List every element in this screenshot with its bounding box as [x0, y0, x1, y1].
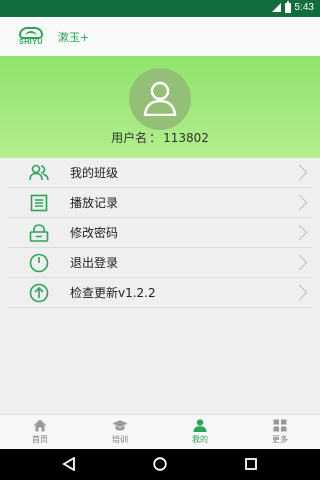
app-title: 漱玉+: [58, 30, 90, 44]
battery-icon: [284, 0, 291, 13]
status-bar: 5:43: [0, 0, 320, 17]
menu-item-logout[interactable]: 退出登录: [8, 248, 312, 278]
logo-mark-icon: [19, 27, 43, 39]
tab-home[interactable]: 首页: [0, 415, 80, 449]
users-icon: [24, 164, 54, 182]
app-header: SHIYU 漱玉+: [0, 17, 320, 56]
power-icon: [24, 253, 54, 273]
graduation-cap-icon: [112, 420, 128, 431]
lock-icon: [24, 223, 54, 242]
chevron-right-icon: [294, 225, 310, 241]
settings-menu: 我的班级 播放记录 修改密码 退出登录 检查更新v1.2.2: [8, 158, 312, 308]
tab-label: 培训: [112, 435, 128, 444]
system-nav-bar: [0, 449, 320, 480]
menu-item-label: 修改密码: [70, 226, 119, 240]
chevron-right-icon: [294, 255, 310, 271]
chevron-right-icon: [294, 285, 310, 301]
tab-training[interactable]: 培训: [80, 415, 160, 449]
tab-label: 更多: [272, 435, 288, 444]
person-icon: [143, 81, 177, 116]
app-logo: SHIYU: [12, 27, 50, 46]
menu-item-check-update[interactable]: 检查更新v1.2.2: [8, 278, 312, 308]
menu-item-label: 检查更新v1.2.2: [70, 286, 156, 300]
upload-icon: [24, 283, 54, 303]
username: 用户名： 113802: [0, 129, 320, 146]
recent-apps-icon[interactable]: [244, 457, 258, 471]
username-separator: ：: [149, 131, 162, 145]
tab-label: 我的: [192, 435, 208, 444]
tab-mine[interactable]: 我的: [160, 415, 240, 449]
username-value: 113802: [163, 131, 209, 145]
username-label: 用户名: [111, 131, 148, 145]
grid-icon: [273, 419, 287, 432]
menu-item-my-class[interactable]: 我的班级: [8, 158, 312, 188]
menu-item-label: 退出登录: [70, 256, 119, 270]
back-icon[interactable]: [62, 457, 76, 471]
logo-text: SHIYU: [19, 39, 43, 46]
menu-item-label: 我的班级: [70, 166, 119, 180]
menu-item-label: 播放记录: [70, 196, 119, 210]
chevron-right-icon: [294, 165, 310, 181]
avatar[interactable]: [129, 68, 191, 130]
person-icon: [193, 419, 207, 432]
tab-more[interactable]: 更多: [240, 415, 320, 449]
status-time: 5:43: [294, 2, 314, 13]
status-indicators: 5:43: [271, 0, 314, 13]
list-icon: [24, 194, 54, 212]
chevron-right-icon: [294, 195, 310, 211]
tab-label: 首页: [32, 435, 48, 444]
menu-item-play-history[interactable]: 播放记录: [8, 188, 312, 218]
bottom-tab-bar: 首页 培训 我的 更多: [0, 414, 320, 449]
menu-item-change-password[interactable]: 修改密码: [8, 218, 312, 248]
signal-icon: [271, 3, 281, 12]
profile-header: 用户名： 113802: [0, 56, 320, 158]
home-icon: [33, 419, 47, 432]
home-circle-icon[interactable]: [153, 457, 167, 471]
